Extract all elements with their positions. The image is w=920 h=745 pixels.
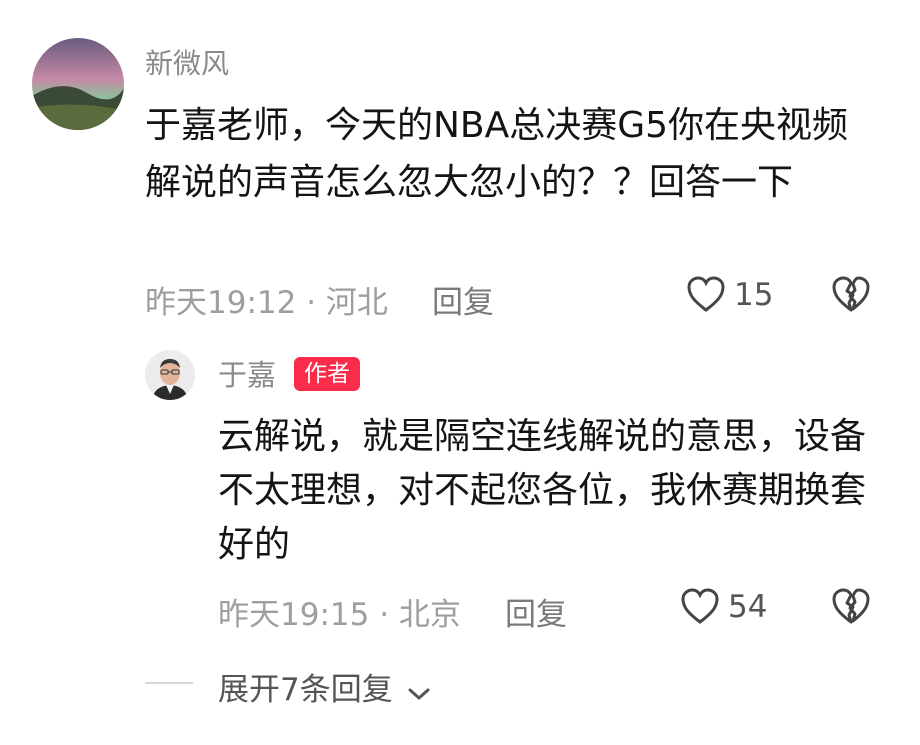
reply-text: 云解说，就是隔空连线解说的意思，设备不太理想，对不起您各位，我休赛期换套好的 bbox=[218, 416, 867, 565]
broken-heart-icon[interactable] bbox=[831, 275, 871, 317]
reply-meta: 昨天19:15 · 北京 bbox=[218, 597, 461, 633]
author-avatar[interactable] bbox=[145, 350, 195, 400]
comment-meta: 昨天19:12 · 河北 bbox=[145, 285, 388, 321]
commenter-avatar[interactable] bbox=[32, 38, 124, 130]
reply-like-count: 54 bbox=[728, 589, 768, 625]
broken-heart-icon[interactable] bbox=[831, 587, 871, 629]
author-badge: 作者 bbox=[294, 357, 360, 391]
author-name[interactable]: 于嘉 bbox=[218, 352, 276, 394]
comment-reply-button[interactable]: 回复 bbox=[432, 277, 494, 322]
commenter-name[interactable]: 新微风 bbox=[145, 42, 229, 82]
comment-text: 于嘉老师，今天的NBA总决赛G5你在央视频解说的声音怎么忽大忽小的？？回答一下 bbox=[145, 105, 849, 203]
expand-replies-label: 展开7条回复 bbox=[218, 672, 393, 708]
heart-icon[interactable] bbox=[686, 275, 726, 317]
chevron-down-icon bbox=[407, 674, 431, 710]
comment-like-count: 15 bbox=[734, 277, 774, 313]
expand-divider bbox=[145, 682, 193, 684]
reply-reply-button[interactable]: 回复 bbox=[505, 589, 567, 634]
expand-replies-button[interactable]: 展开7条回复 bbox=[218, 664, 431, 710]
heart-icon[interactable] bbox=[680, 587, 720, 629]
